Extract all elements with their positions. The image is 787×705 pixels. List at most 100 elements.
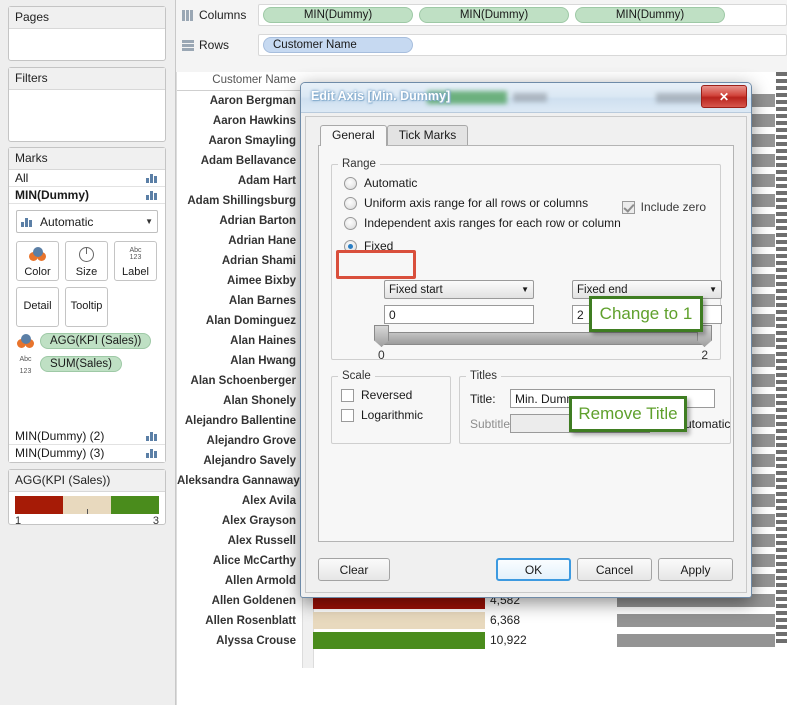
customer-name-cell[interactable]: Alex Grayson: [177, 511, 302, 531]
color-legend-gradient[interactable]: [15, 496, 159, 514]
range-slider-track[interactable]: [384, 332, 704, 345]
customer-name-cell[interactable]: Adam Shillingsburg: [177, 191, 302, 211]
bar-row[interactable]: 10,922: [313, 630, 616, 650]
include-zero-checkbox[interactable]: Include zero: [621, 200, 706, 214]
marks-row-min-dummy[interactable]: MIN(Dummy): [9, 187, 165, 204]
detail-button[interactable]: Detail: [16, 287, 59, 327]
customer-name-cell[interactable]: Aaron Hawkins: [177, 111, 302, 131]
edge-mark: [776, 331, 787, 335]
fixed-start-value: 0: [389, 307, 396, 322]
columns-shelf-drop[interactable]: MIN(Dummy) MIN(Dummy) MIN(Dummy): [258, 4, 787, 26]
background-blur-gray-1: [513, 93, 547, 102]
cancel-button[interactable]: Cancel: [577, 558, 652, 581]
customer-name-cell[interactable]: Alejandro Grove: [177, 431, 302, 451]
tooltip-button[interactable]: Tooltip: [65, 287, 108, 327]
customer-name-cell[interactable]: Aleksandra Gannaway: [177, 471, 302, 491]
mark-type-select[interactable]: Automatic ▼: [16, 210, 158, 233]
pages-card-dropzone[interactable]: [9, 29, 165, 59]
edge-mark: [776, 338, 787, 342]
edge-mark: [776, 611, 787, 615]
label-button[interactable]: Abc 123 Label: [114, 241, 157, 281]
fixed-start-combo[interactable]: Fixed start ▼: [384, 280, 534, 299]
customer-name-cell[interactable]: Alan Shonely: [177, 391, 302, 411]
customer-name-cell[interactable]: Allen Goldenen: [177, 591, 302, 611]
radio-automatic[interactable]: Automatic: [344, 176, 720, 190]
color-icon: [16, 333, 35, 349]
customer-name-cell[interactable]: Allen Rosenblatt: [177, 611, 302, 631]
dialog-titlebar[interactable]: Edit Axis [Min. Dummy] ✕: [301, 83, 751, 113]
customer-name-cell[interactable]: Alice McCarthy: [177, 551, 302, 571]
marks-pill-label[interactable]: Abc 123 SUM(Sales): [16, 352, 158, 376]
checkbox-reversed[interactable]: Reversed: [341, 388, 450, 402]
bar-mark-gray[interactable]: [617, 613, 775, 627]
close-icon[interactable]: ✕: [701, 85, 747, 108]
customer-name-cell[interactable]: Aaron Smayling: [177, 131, 302, 151]
bar-row[interactable]: [617, 630, 787, 650]
bar-row[interactable]: [617, 610, 787, 630]
customer-name-cell[interactable]: Allen Armold: [177, 571, 302, 591]
edge-mark: [776, 135, 787, 139]
edge-mark: [776, 93, 787, 97]
customer-name-cell[interactable]: Alan Barnes: [177, 291, 302, 311]
marks-pill-color[interactable]: AGG(KPI (Sales)): [16, 333, 158, 349]
customer-name-cell[interactable]: Aaron Bergman: [177, 91, 302, 111]
ok-button[interactable]: OK: [496, 558, 571, 581]
customer-name-cell[interactable]: Adam Bellavance: [177, 151, 302, 171]
customer-name-cell[interactable]: Alyssa Crouse: [177, 631, 302, 651]
bar-mark[interactable]: [313, 631, 485, 649]
tab-general[interactable]: General: [320, 125, 387, 146]
marks-row-all[interactable]: All: [9, 170, 165, 187]
customer-name-cell[interactable]: Alan Haines: [177, 331, 302, 351]
customer-name-cell[interactable]: Adrian Hane: [177, 231, 302, 251]
edge-mark: [776, 583, 787, 587]
tab-tick-marks[interactable]: Tick Marks: [386, 125, 469, 146]
checkbox-reversed-label: Reversed: [361, 388, 413, 402]
customer-name-cell[interactable]: Alan Hwang: [177, 351, 302, 371]
marks-property-row-2: Detail Tooltip: [16, 287, 158, 327]
size-button[interactable]: Size: [65, 241, 108, 281]
customer-name-cell[interactable]: Alan Dominguez: [177, 311, 302, 331]
columns-pill-3[interactable]: MIN(Dummy): [575, 7, 725, 23]
customer-name-cell[interactable]: Alejandro Ballentine: [177, 411, 302, 431]
edge-mark: [776, 219, 787, 223]
customer-name-cell[interactable]: Alex Russell: [177, 531, 302, 551]
customer-name-cell[interactable]: Alejandro Savely: [177, 451, 302, 471]
edge-mark: [776, 282, 787, 286]
edge-mark: [776, 373, 787, 377]
rows-shelf-drop[interactable]: Customer Name: [258, 34, 787, 56]
size-button-label: Size: [75, 266, 98, 278]
customer-name-cell[interactable]: Adrian Barton: [177, 211, 302, 231]
marks-row-min-dummy-2[interactable]: MIN(Dummy) (2): [9, 428, 165, 445]
marks-row-min-dummy-3[interactable]: MIN(Dummy) (3): [9, 445, 165, 462]
checkbox-icon: [341, 388, 354, 402]
customer-name-cell[interactable]: Aimee Bixby: [177, 271, 302, 291]
edge-mark: [776, 254, 787, 258]
filters-card-dropzone[interactable]: [9, 90, 165, 140]
color-button-label: Color: [24, 266, 51, 278]
customer-name-cell[interactable]: Alex Avila: [177, 491, 302, 511]
edge-mark: [776, 576, 787, 580]
columns-pill-1[interactable]: MIN(Dummy): [263, 7, 413, 23]
radio-automatic-label: Automatic: [364, 176, 418, 190]
customer-name-cell[interactable]: Adam Hart: [177, 171, 302, 191]
bar-chart-icon: [146, 190, 159, 200]
checkbox-logarithmic[interactable]: Logarithmic: [341, 408, 450, 422]
columns-pill-2[interactable]: MIN(Dummy): [419, 7, 569, 23]
apply-button[interactable]: Apply: [658, 558, 733, 581]
title-label: Title:: [470, 391, 496, 406]
radio-independent[interactable]: Independent axis ranges for each row or …: [344, 216, 720, 230]
bar-row[interactable]: 6,368: [313, 610, 616, 630]
bar-mark[interactable]: [313, 611, 485, 629]
color-button[interactable]: Color: [16, 241, 59, 281]
customer-name-cell[interactable]: Alan Schoenberger: [177, 371, 302, 391]
pages-card: Pages: [8, 6, 166, 61]
fixed-start-input[interactable]: 0: [384, 305, 534, 324]
bar-mark-gray[interactable]: [617, 633, 775, 647]
rows-pill-1[interactable]: Customer Name: [263, 37, 413, 53]
edge-mark: [776, 534, 787, 538]
color-legend-scale: 1 3: [15, 515, 159, 527]
edge-mark: [776, 506, 787, 510]
customer-name-cell[interactable]: Adrian Shami: [177, 251, 302, 271]
clear-button[interactable]: Clear: [318, 558, 390, 581]
radio-fixed[interactable]: Fixed: [344, 239, 720, 253]
